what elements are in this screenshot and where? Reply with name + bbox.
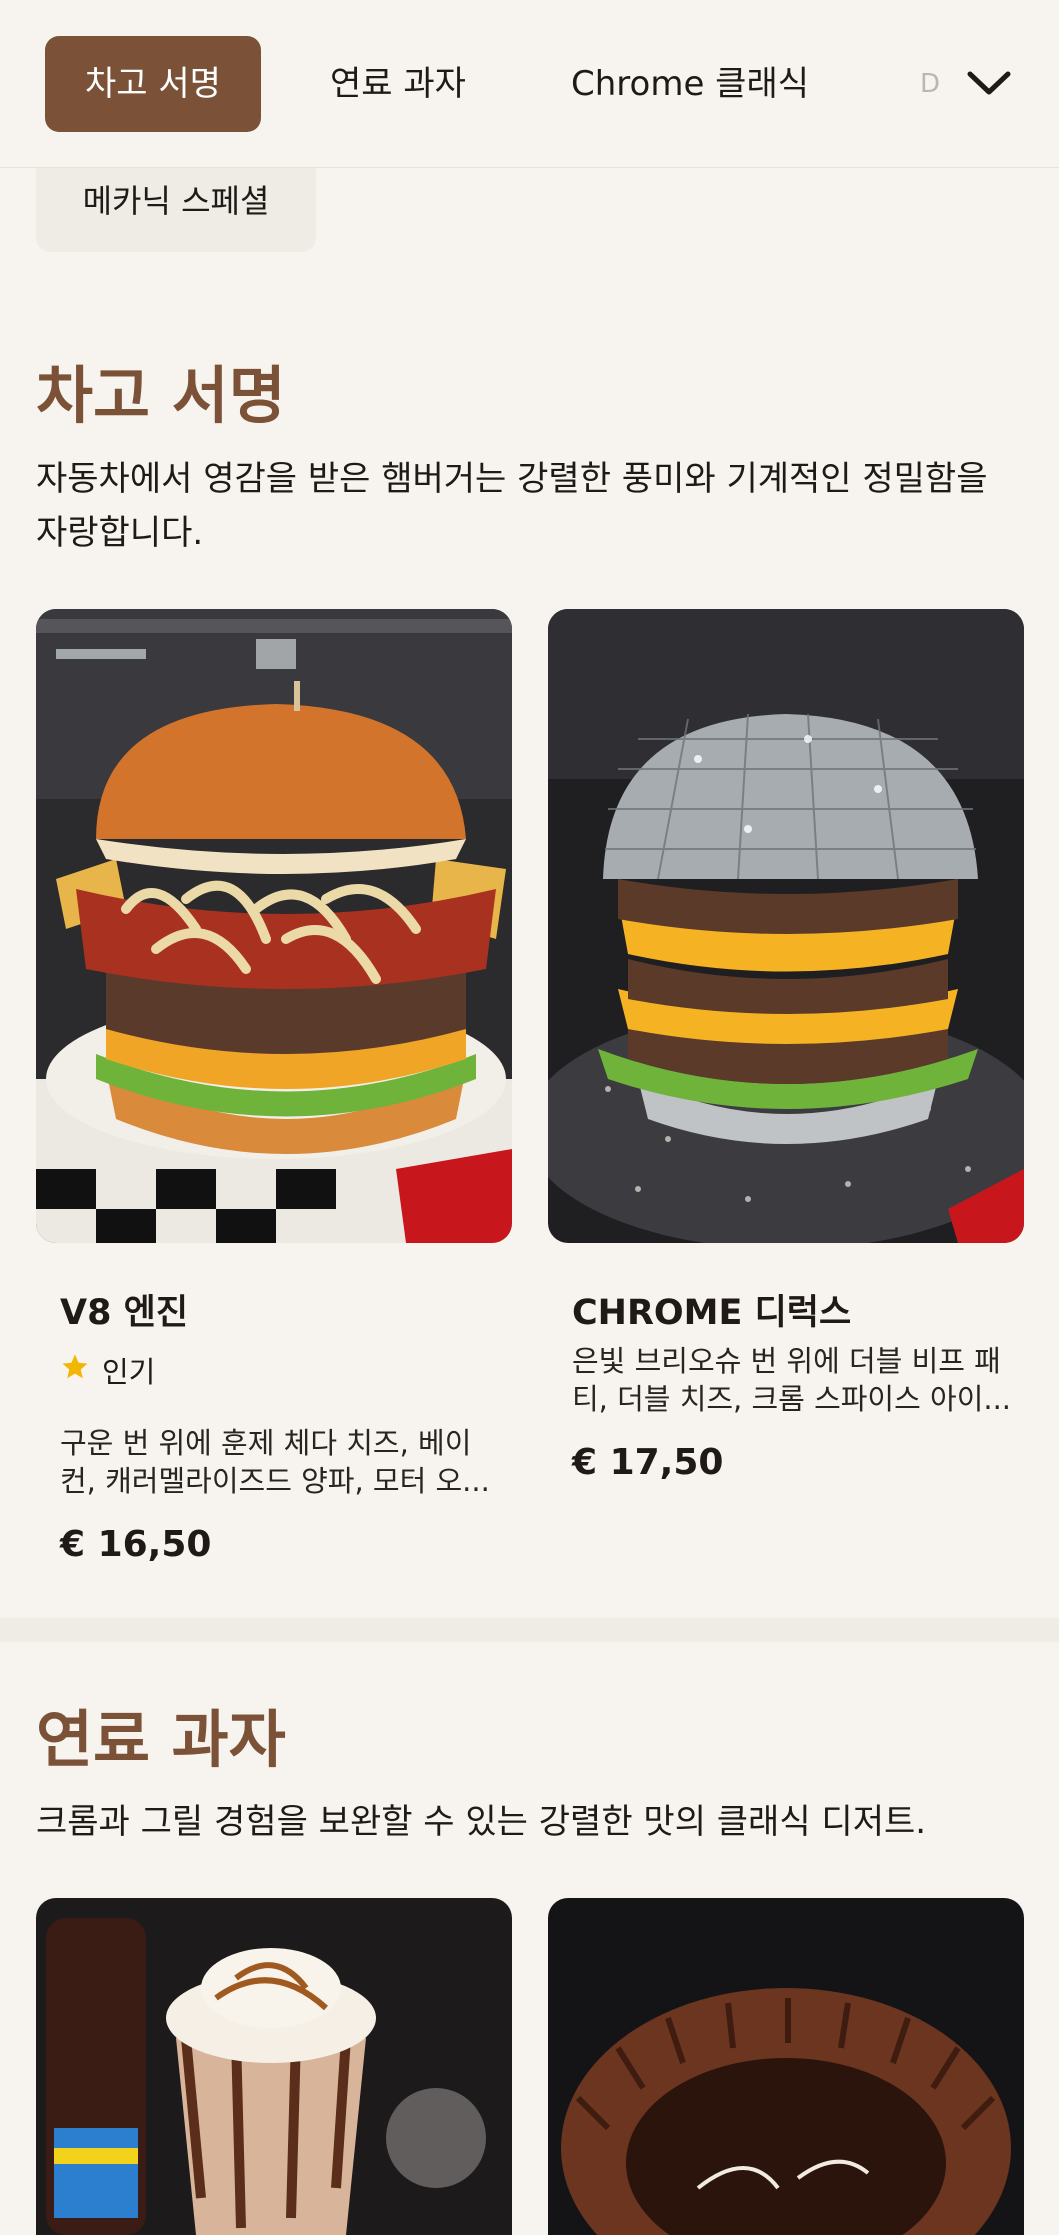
- menu-item-title: V8 엔진: [60, 1293, 189, 1333]
- section-description: 자동차에서 영감을 받은 햄버거는 강렬한 풍미와 기계적인 정밀함을 자랑합니…: [36, 459, 988, 553]
- menu-item-image[interactable]: [548, 1898, 1024, 2235]
- section-title: 연료 과자: [36, 1703, 286, 1776]
- section-divider: [0, 1618, 1059, 1642]
- popular-badge: 인기: [60, 1350, 155, 1394]
- tab-mechanic-special[interactable]: 메카닉 스페셜: [36, 168, 316, 252]
- badge-label: 인기: [102, 1355, 156, 1389]
- tab-garage-signature[interactable]: 차고 서명: [45, 36, 261, 132]
- menu-item-image[interactable]: [548, 609, 1024, 1243]
- menu-item-price: € 17,50: [572, 1442, 724, 1483]
- chevron-down-icon[interactable]: [962, 58, 1016, 108]
- tab-fuel-sweets[interactable]: 연료 과자: [330, 36, 466, 132]
- tab-overflow[interactable]: D: [920, 36, 940, 132]
- menu-item-image[interactable]: [36, 609, 512, 1243]
- category-nav: 차고 서명 연료 과자 Chrome 클래식 D: [0, 0, 1059, 168]
- menu-item-image[interactable]: [36, 1898, 512, 2235]
- tab-chrome-classic[interactable]: Chrome 클래식: [571, 36, 809, 132]
- menu-item-price: € 16,50: [60, 1524, 212, 1565]
- menu-item-title: CHROME 디럭스: [572, 1293, 852, 1333]
- star-icon: [60, 1350, 90, 1394]
- menu-item-description: 구운 번 위에 훈제 체다 치즈, 베이컨, 캐러멜라이즈드 양파, 모터 오.…: [60, 1426, 490, 1498]
- section-description: 크롬과 그릴 경험을 보완할 수 있는 강렬한 맛의 클래식 디저트.: [36, 1802, 927, 1842]
- menu-item-description: 은빛 브리오슈 번 위에 더블 비프 패티, 더블 치즈, 크롬 스파이스 아이…: [572, 1344, 1012, 1416]
- section-title: 차고 서명: [36, 359, 286, 432]
